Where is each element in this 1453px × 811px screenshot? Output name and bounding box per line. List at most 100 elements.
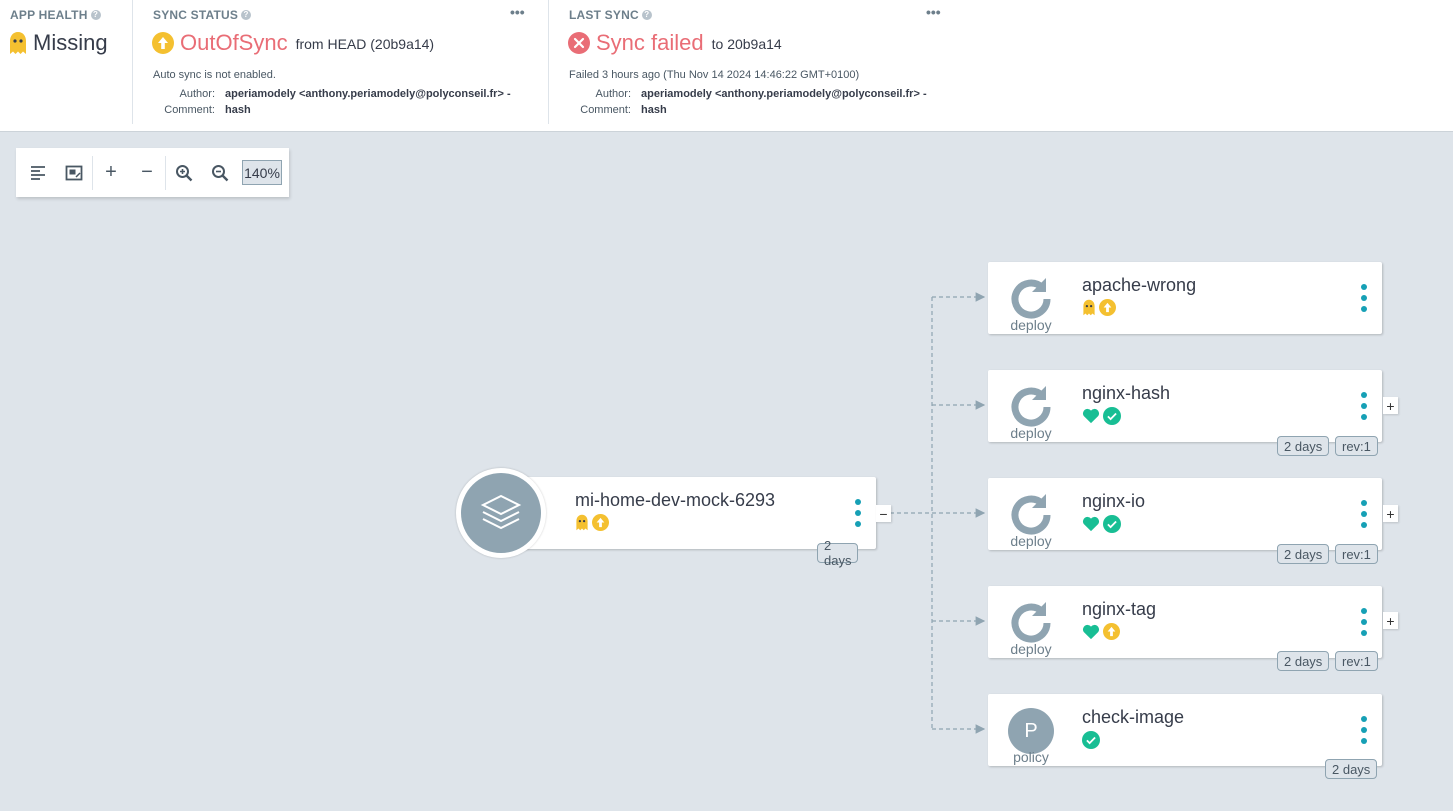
collapse-all-button[interactable]: −	[129, 155, 165, 191]
app-node-name: mi-home-dev-mock-6293	[575, 490, 776, 510]
fit-screen-icon[interactable]	[56, 155, 92, 191]
app-node-menu-icon[interactable]	[854, 499, 862, 527]
app-node-badges	[575, 514, 609, 531]
error-circle-icon	[568, 32, 590, 54]
resource-name: nginx-hash	[1082, 383, 1171, 403]
ghost-icon	[10, 32, 26, 54]
arrow-up-circle-icon	[1103, 623, 1120, 640]
resource-badges	[1082, 731, 1100, 749]
policy-letter: P	[1024, 719, 1038, 742]
app-node-card[interactable]: mi-home-dev-mock-6293	[518, 477, 876, 549]
resource-name: nginx-tag	[1082, 599, 1157, 619]
resource-menu-icon[interactable]	[1360, 716, 1368, 744]
last-sync-panel[interactable]: LAST SYNC ? ••• Sync failed to 20b9a14 F…	[549, 0, 949, 124]
heart-icon	[1082, 516, 1100, 532]
sync-status-panel[interactable]: SYNC STATUS ? ••• OutOfSync from HEAD (2…	[133, 0, 548, 124]
ghost-icon	[1083, 299, 1095, 316]
sync-status-more-icon[interactable]: •••	[510, 4, 525, 20]
arrow-up-circle-icon	[152, 32, 174, 54]
resource-node-apache-wrong[interactable]: deploy apache-wrong	[988, 262, 1382, 334]
app-node-icon	[456, 468, 546, 558]
resource-name: nginx-io	[1082, 491, 1146, 511]
expand-all-button[interactable]: +	[93, 155, 129, 191]
resource-name: apache-wrong	[1082, 275, 1197, 295]
resource-expand-button[interactable]: +	[1383, 397, 1398, 414]
check-circle-icon	[1103, 407, 1121, 425]
last-sync-comment-row: Comment: hash	[549, 104, 667, 116]
comment-value: hash	[225, 104, 251, 116]
last-sync-status: Sync failed to 20b9a14	[568, 30, 782, 56]
author-label: Author:	[179, 88, 215, 100]
comment-label: Comment:	[580, 104, 631, 116]
resource-expand-button[interactable]: +	[1383, 612, 1398, 629]
zoom-level[interactable]: 140%	[242, 160, 282, 185]
resource-node-check-image[interactable]: P policy check-image	[988, 694, 1382, 766]
comment-label: Comment:	[164, 104, 215, 116]
arrow-up-circle-icon	[592, 514, 609, 531]
author-label: Author:	[595, 88, 631, 100]
resource-menu-icon[interactable]	[1360, 500, 1368, 528]
sync-comment-row: Comment: hash	[133, 104, 251, 116]
resource-age-tag: 2 days	[1325, 759, 1378, 779]
app-node-collapse-button[interactable]: −	[876, 505, 891, 522]
sync-author-row: Author: aperiamodely <anthony.periamodel…	[133, 88, 511, 100]
author-value: aperiamodely <anthony.periamodely@polyco…	[225, 88, 511, 100]
ghost-icon	[576, 514, 588, 531]
resource-rev-tag: rev:1	[1335, 651, 1378, 671]
help-icon[interactable]: ?	[241, 10, 252, 20]
resource-kind: deploy	[1010, 317, 1052, 333]
resource-expand-button[interactable]: +	[1383, 505, 1398, 522]
check-circle-icon	[1103, 515, 1121, 533]
app-health-title-label: APP HEALTH	[10, 8, 88, 22]
resource-rev-tag: rev:1	[1335, 436, 1378, 456]
sync-icon	[1008, 492, 1054, 538]
help-icon[interactable]: ?	[90, 10, 101, 20]
resource-badges	[1082, 515, 1121, 533]
zoom-in-icon[interactable]	[166, 155, 202, 191]
last-sync-failed-at: Failed 3 hours ago (Thu Nov 14 2024 14:4…	[569, 69, 860, 81]
help-icon[interactable]: ?	[641, 10, 652, 20]
resource-node-nginx-tag[interactable]: deploy nginx-tag	[988, 586, 1382, 658]
sync-status-title: SYNC STATUS ?	[153, 8, 252, 22]
sync-status-text: OutOfSync	[180, 30, 288, 55]
resource-node-nginx-hash[interactable]: deploy nginx-hash	[988, 370, 1382, 442]
sync-icon	[1008, 600, 1054, 646]
comment-value: hash	[641, 104, 667, 116]
resource-rev-tag: rev:1	[1335, 544, 1378, 564]
sync-status-from: from HEAD (20b9a14)	[295, 36, 435, 52]
sync-icon	[1008, 384, 1054, 430]
last-sync-author-row: Author: aperiamodely <anthony.periamodel…	[549, 88, 927, 100]
resource-badges	[1082, 407, 1121, 425]
resource-menu-icon[interactable]	[1360, 392, 1368, 420]
resource-age-tag: 2 days	[1277, 436, 1330, 456]
heart-icon	[1082, 408, 1100, 424]
app-health-panel[interactable]: APP HEALTH ? Missing	[0, 0, 132, 124]
resource-age-tag: 2 days	[1277, 544, 1330, 564]
resource-badges	[1082, 623, 1120, 640]
resource-name: check-image	[1082, 707, 1185, 727]
resource-menu-icon[interactable]	[1360, 608, 1368, 636]
auto-sync-note: Auto sync is not enabled.	[153, 69, 276, 81]
arrow-up-circle-icon	[1099, 299, 1116, 316]
layers-icon	[480, 494, 522, 530]
last-sync-text: Sync failed	[596, 30, 704, 55]
align-left-icon[interactable]	[20, 155, 56, 191]
resource-age-tag: 2 days	[1277, 651, 1330, 671]
sync-status-status: OutOfSync from HEAD (20b9a14)	[152, 30, 434, 56]
resource-badges	[1082, 299, 1116, 316]
author-value: aperiamodely <anthony.periamodely@polyco…	[641, 88, 927, 100]
app-health-title: APP HEALTH ?	[10, 8, 101, 22]
resource-menu-icon[interactable]	[1360, 284, 1368, 312]
policy-icon: P	[1008, 708, 1054, 754]
last-sync-title: LAST SYNC ?	[569, 8, 652, 22]
resource-node-nginx-io[interactable]: deploy nginx-io	[988, 478, 1382, 550]
last-sync-more-icon[interactable]: •••	[926, 4, 941, 20]
resource-kind: deploy	[1010, 533, 1052, 549]
resource-kind: policy	[1013, 749, 1049, 765]
heart-icon	[1082, 624, 1100, 639]
sync-status-title-label: SYNC STATUS	[153, 8, 239, 22]
zoom-out-icon[interactable]	[202, 155, 238, 191]
app-node-age-tag: 2 days	[817, 538, 859, 568]
app-health-status-text: Missing	[33, 30, 108, 55]
resource-kind: deploy	[1010, 425, 1052, 441]
